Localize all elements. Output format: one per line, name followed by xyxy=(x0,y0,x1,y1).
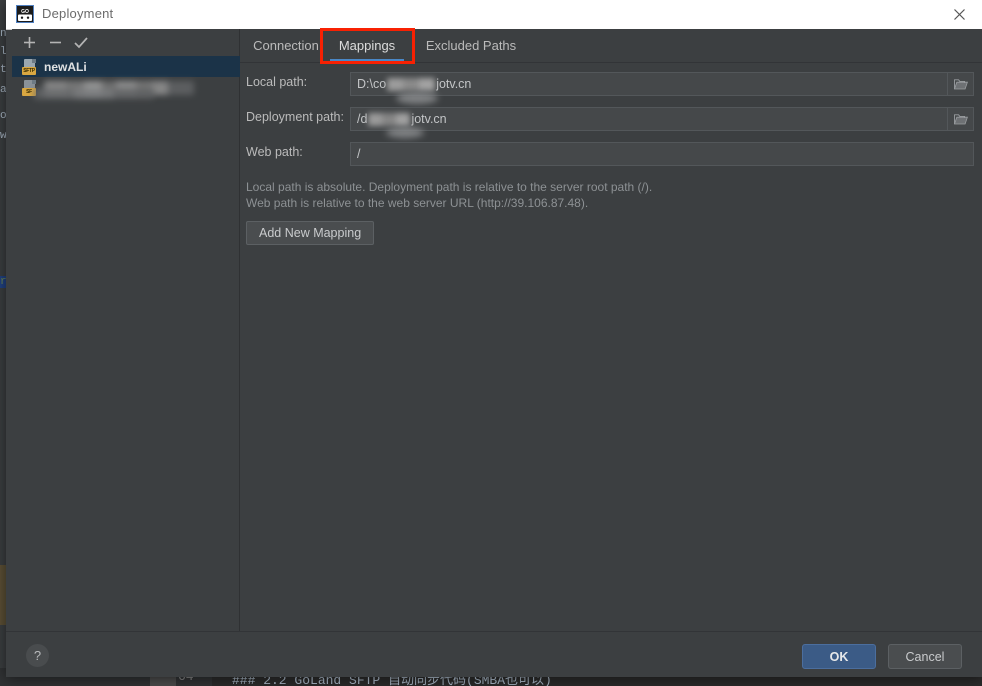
tab-connection[interactable]: Connection xyxy=(246,29,326,62)
tab-excluded-paths[interactable]: Excluded Paths xyxy=(418,29,524,62)
deployment-path-input[interactable]: /d jotv.cn xyxy=(350,107,948,131)
go-logo-icon: GO xyxy=(16,5,34,23)
hint-line-1: Local path is absolute. Deployment path … xyxy=(246,179,652,195)
local-path-row: Local path: D:\co jotv.cn xyxy=(246,72,976,96)
mapping-hint-text: Local path is absolute. Deployment path … xyxy=(246,179,652,211)
server-list-toolbar xyxy=(12,29,240,55)
mappings-panel: Connection Mappings Excluded Paths Local… xyxy=(240,29,982,631)
cancel-button[interactable]: Cancel xyxy=(888,644,962,669)
deployment-path-browse-button[interactable] xyxy=(948,107,974,131)
help-icon[interactable]: ? xyxy=(26,644,49,667)
set-default-check-icon[interactable] xyxy=(70,32,92,52)
dialog-title-bar: GO Deployment xyxy=(6,0,982,30)
tab-bar: Connection Mappings Excluded Paths xyxy=(240,29,982,63)
close-icon[interactable] xyxy=(936,0,982,28)
tab-mappings[interactable]: Mappings xyxy=(328,29,406,62)
local-path-input[interactable]: D:\co jotv.cn xyxy=(350,72,948,96)
svg-text:GO: GO xyxy=(21,9,29,15)
redaction-smudge xyxy=(386,127,424,138)
sftp-server-icon: SFTP xyxy=(22,59,38,75)
server-list-panel: SFTP newALi SF xyxy=(12,29,240,631)
local-path-value-suffix: jotv.cn xyxy=(436,77,471,91)
ok-button[interactable]: OK xyxy=(802,644,876,669)
list-item[interactable]: SFTP newALi xyxy=(12,56,240,77)
deployment-path-label: Deployment path: xyxy=(246,110,344,124)
deployment-path-value-suffix: jotv.cn xyxy=(411,112,446,126)
dialog-footer: ? OK Cancel xyxy=(6,631,982,677)
local-path-value-prefix: D:\co xyxy=(357,77,386,91)
sftp-badge: SFTP xyxy=(22,67,36,75)
add-server-icon[interactable] xyxy=(18,32,40,52)
remove-server-icon[interactable] xyxy=(44,32,66,52)
server-list[interactable]: SFTP newALi SF xyxy=(12,56,240,631)
redacted-path-segment xyxy=(387,78,435,91)
deployment-path-row: Deployment path: /d jotv.cn xyxy=(246,107,976,131)
web-path-row: Web path: / xyxy=(246,142,976,166)
web-path-input[interactable]: / xyxy=(350,142,974,166)
deployment-dialog: GO Deployment xyxy=(6,0,982,676)
redacted-path-segment xyxy=(368,113,410,126)
list-item[interactable]: SF xyxy=(12,77,240,98)
local-path-label: Local path: xyxy=(246,75,307,89)
deployment-path-value-prefix: /d xyxy=(357,112,367,126)
redacted-list-item-label-shadow xyxy=(34,88,154,99)
list-item-label: newALi xyxy=(44,60,87,74)
hint-line-2: Web path is relative to the web server U… xyxy=(246,195,652,211)
local-path-browse-button[interactable] xyxy=(948,72,974,96)
add-new-mapping-button[interactable]: Add New Mapping xyxy=(246,221,374,245)
dialog-title: Deployment xyxy=(42,6,113,21)
redaction-smudge xyxy=(396,92,438,104)
web-path-label: Web path: xyxy=(246,145,303,159)
